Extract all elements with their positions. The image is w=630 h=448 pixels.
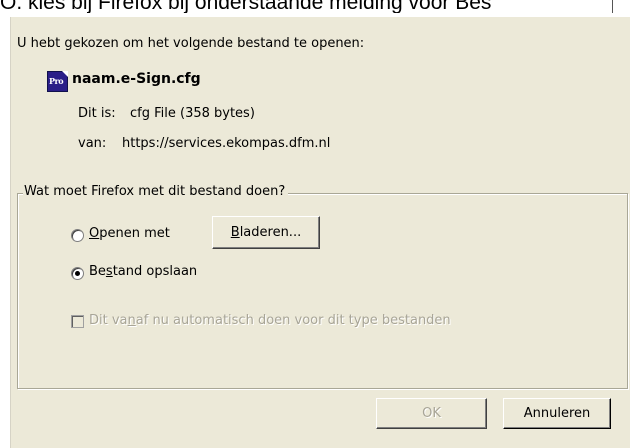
browse-button[interactable]: Bladeren... (212, 216, 320, 249)
caption-text: O. kies bij Firefox bij onderstaande mel… (0, 0, 492, 13)
save-file-label[interactable]: Bestand opslaan (89, 264, 197, 279)
ok-button[interactable]: OK (376, 398, 487, 429)
app-file-icon: Pro (47, 71, 68, 92)
auto-action-checkbox[interactable] (71, 315, 84, 328)
action-group-legend: Wat moet Firefox met dit bestand doen? (23, 184, 289, 199)
caption-cursor-box (612, 0, 630, 13)
file-source-label: van: (78, 136, 107, 151)
open-with-radio[interactable] (71, 229, 84, 242)
file-type-label: Dit is: (78, 106, 116, 121)
download-dialog: U hebt gekozen om het volgende bestand t… (10, 17, 630, 448)
open-with-label[interactable]: Openen met (89, 226, 170, 241)
save-file-radio[interactable] (71, 267, 84, 280)
file-name: naam.e-Sign.cfg (72, 71, 201, 87)
action-group (17, 193, 628, 389)
background-caption: O. kies bij Firefox bij onderstaande mel… (0, 0, 630, 13)
auto-action-label[interactable]: Dit vanaf nu automatisch doen voor dit t… (89, 313, 451, 328)
intro-text: U hebt gekozen om het volgende bestand t… (17, 36, 365, 51)
file-source-value: https://services.ekompas.dfm.nl (122, 136, 331, 151)
file-type-value: cfg File (358 bytes) (130, 106, 255, 121)
cancel-button[interactable]: Annuleren (503, 398, 611, 429)
